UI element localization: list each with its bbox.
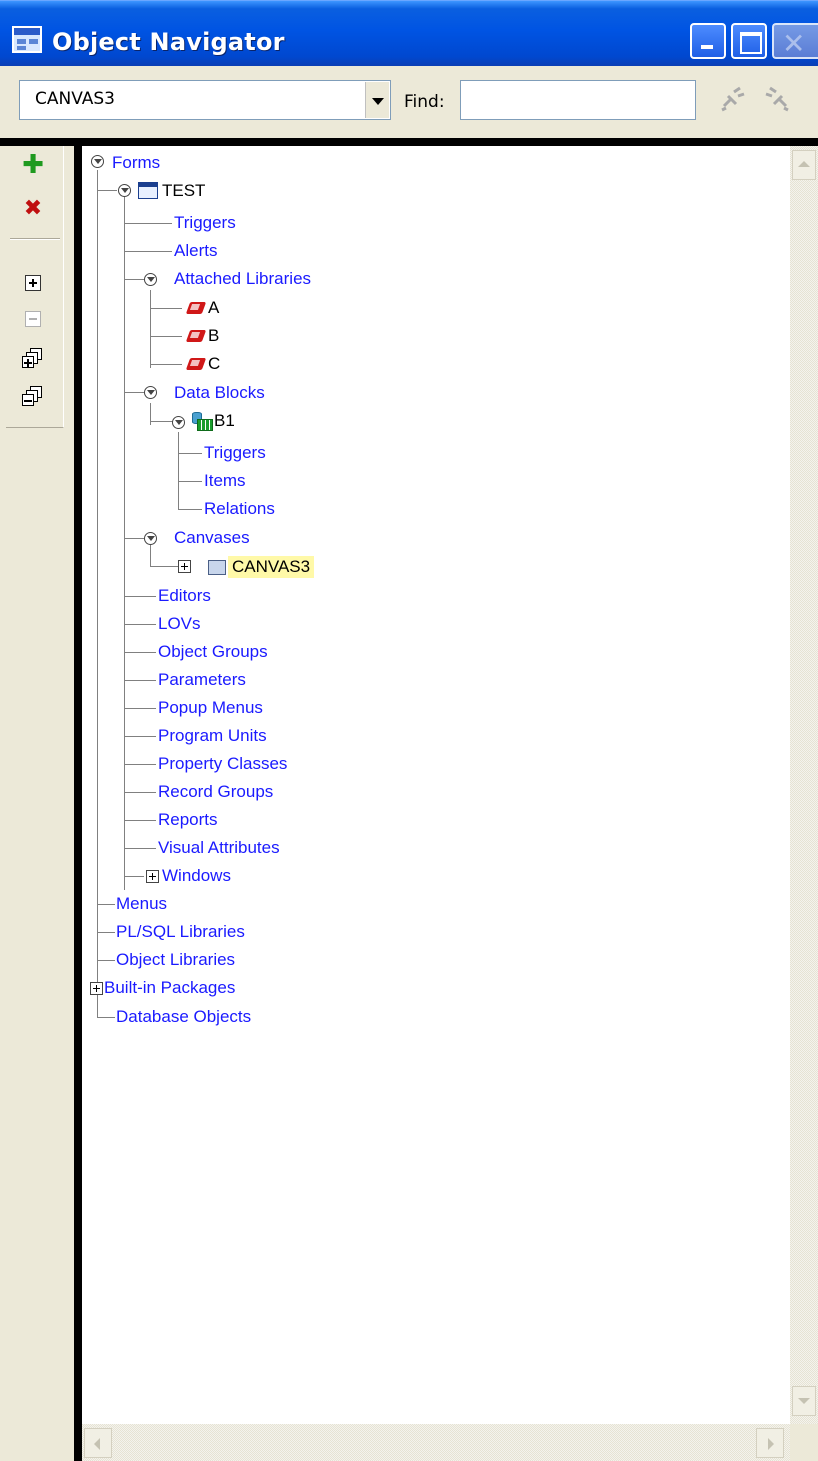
tree-node-windows[interactable]: Windows xyxy=(162,865,231,887)
tree-node-data-blocks[interactable]: Data Blocks xyxy=(174,382,265,404)
tree-node-alerts[interactable]: Alerts xyxy=(174,240,217,262)
tree-node-builtin-packages[interactable]: Built-in Packages xyxy=(104,977,235,999)
horizontal-scrollbar[interactable] xyxy=(82,1424,790,1461)
library-icon xyxy=(186,300,208,316)
object-tree[interactable]: Forms TEST Triggers Alerts Attached Libr… xyxy=(82,146,790,1424)
tree-node-attached-libraries[interactable]: Attached Libraries xyxy=(174,268,311,290)
close-icon: ✕ xyxy=(782,27,806,60)
test-collapse-toggle[interactable] xyxy=(118,184,131,197)
tree-node-popup-menus[interactable]: Popup Menus xyxy=(158,697,263,719)
close-button[interactable]: ✕ xyxy=(772,23,818,60)
tree-node-reports[interactable]: Reports xyxy=(158,809,218,831)
tree-node-plsql-libraries[interactable]: PL/SQL Libraries xyxy=(116,921,245,943)
navigator-app-icon xyxy=(12,26,42,53)
canvases-collapse-toggle[interactable] xyxy=(144,532,157,545)
canvas-icon xyxy=(208,560,226,575)
library-icon xyxy=(186,356,208,372)
scroll-down-arrow-icon[interactable] xyxy=(792,1386,816,1416)
context-select-value: CANVAS3 xyxy=(35,89,115,109)
tree-node-triggers[interactable]: Triggers xyxy=(174,212,236,234)
builtin-packages-expand-toggle[interactable] xyxy=(90,982,103,995)
window-title: Object Navigator xyxy=(52,28,285,56)
tree-node-property-classes[interactable]: Property Classes xyxy=(158,753,287,775)
b1-collapse-toggle[interactable] xyxy=(172,416,185,429)
find-input[interactable] xyxy=(460,80,696,120)
delete-icon[interactable]: ✖ xyxy=(20,196,46,222)
tree-node-program-units[interactable]: Program Units xyxy=(158,725,267,747)
expand-all-icon[interactable] xyxy=(20,346,46,372)
frame-border xyxy=(0,138,818,146)
expand-icon[interactable] xyxy=(20,270,46,296)
tree-node-parameters[interactable]: Parameters xyxy=(158,669,246,691)
tree-node-b1-items[interactable]: Items xyxy=(204,470,246,492)
tree-node-menus[interactable]: Menus xyxy=(116,893,167,915)
tree-node-object-groups[interactable]: Object Groups xyxy=(158,641,268,663)
tree-node-b1[interactable]: B1 xyxy=(214,410,235,432)
scrollbar-corner xyxy=(790,1424,818,1461)
tree-node-object-libraries[interactable]: Object Libraries xyxy=(116,949,235,971)
scroll-left-arrow-icon[interactable] xyxy=(84,1428,112,1458)
find-label: Find: xyxy=(404,92,445,112)
search-next-icon[interactable] xyxy=(762,84,792,114)
tree-node-library-b[interactable]: B xyxy=(208,325,219,347)
tree-node-editors[interactable]: Editors xyxy=(158,585,211,607)
attached-libraries-collapse-toggle[interactable] xyxy=(144,273,157,286)
tree-node-forms[interactable]: Forms xyxy=(112,152,160,174)
vertical-scrollbar[interactable] xyxy=(790,146,818,1424)
tree-node-b1-triggers[interactable]: Triggers xyxy=(204,442,266,464)
data-block-icon xyxy=(192,412,214,431)
canvas3-expand-toggle[interactable] xyxy=(178,560,191,573)
minimize-button[interactable] xyxy=(690,23,726,59)
collapse-all-icon[interactable] xyxy=(20,384,46,410)
tree-node-library-c[interactable]: C xyxy=(208,353,220,375)
collapse-icon[interactable] xyxy=(20,306,46,332)
tree-node-b1-relations[interactable]: Relations xyxy=(204,498,275,520)
library-icon xyxy=(186,328,208,344)
scroll-right-arrow-icon[interactable] xyxy=(756,1428,784,1458)
tree-node-library-a[interactable]: A xyxy=(208,297,219,319)
chevron-down-icon[interactable] xyxy=(365,82,389,118)
tree-node-test[interactable]: TEST xyxy=(162,180,205,202)
data-blocks-collapse-toggle[interactable] xyxy=(144,386,157,399)
frame-border-left xyxy=(74,146,82,1461)
scroll-up-arrow-icon[interactable] xyxy=(792,150,816,180)
tree-node-lovs[interactable]: LOVs xyxy=(158,613,201,635)
tree-node-database-objects[interactable]: Database Objects xyxy=(116,1006,251,1028)
context-select[interactable]: CANVAS3 xyxy=(19,80,391,120)
form-module-icon xyxy=(138,182,158,199)
create-icon[interactable]: ✚ xyxy=(20,152,46,178)
forms-collapse-toggle[interactable] xyxy=(91,155,104,168)
tree-node-record-groups[interactable]: Record Groups xyxy=(158,781,273,803)
windows-expand-toggle[interactable] xyxy=(146,870,159,883)
search-previous-icon[interactable] xyxy=(718,84,748,114)
tree-node-canvas3[interactable]: CANVAS3 xyxy=(228,556,315,578)
tree-node-visual-attributes[interactable]: Visual Attributes xyxy=(158,837,280,859)
tree-node-canvases[interactable]: Canvases xyxy=(174,527,250,549)
title-bar[interactable]: Object Navigator ✕ xyxy=(0,0,818,66)
maximize-button[interactable] xyxy=(731,23,767,59)
tools-separator xyxy=(10,238,60,240)
